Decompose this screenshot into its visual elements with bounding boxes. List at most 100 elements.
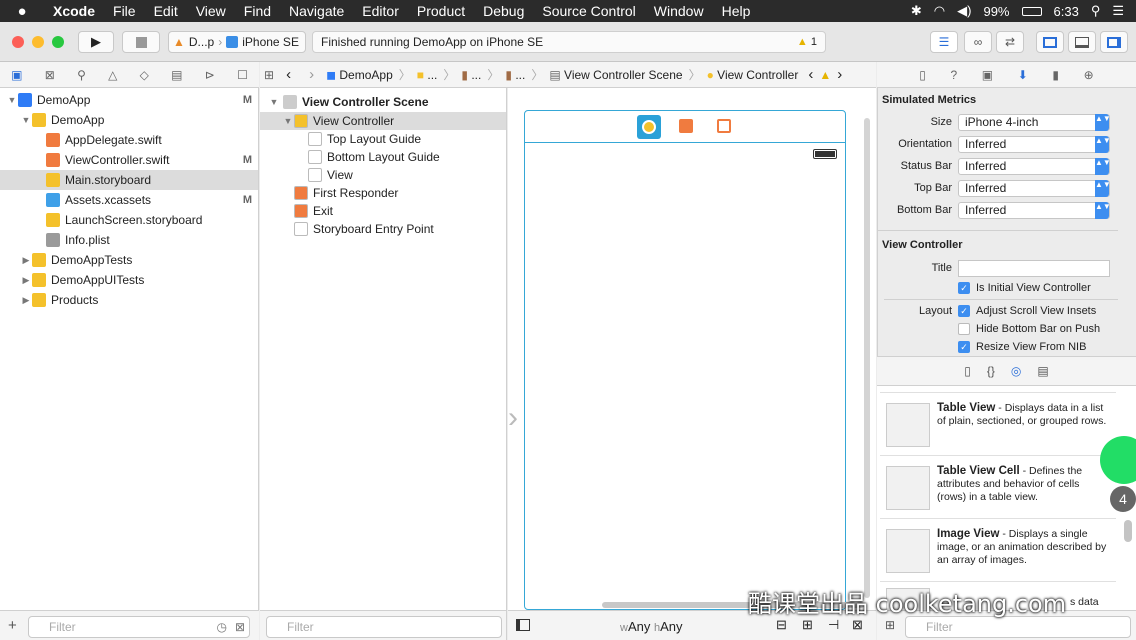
- stack-view-icon[interactable]: ⊟: [776, 617, 787, 633]
- disclosure-triangle-icon[interactable]: ▶: [20, 275, 32, 286]
- outline-item[interactable]: First Responder: [260, 184, 506, 202]
- outline-item[interactable]: View: [260, 166, 506, 184]
- jump-view-controller[interactable]: ● View Controller: [707, 68, 799, 82]
- connections-inspector-icon[interactable]: ⊕: [1084, 68, 1094, 82]
- clock[interactable]: 6:33: [1054, 4, 1079, 19]
- identity-inspector-icon[interactable]: ▣: [982, 68, 993, 82]
- wifi-icon[interactable]: ◠: [934, 3, 945, 19]
- disclosure-triangle-icon[interactable]: ▶: [20, 295, 32, 306]
- file-tree-item[interactable]: ▼ DemoApp: [0, 110, 258, 130]
- assistant-editor-button[interactable]: ∞: [964, 31, 992, 53]
- layout-option-checkbox[interactable]: ✓: [958, 305, 970, 317]
- related-items-icon[interactable]: ⊞: [264, 68, 274, 82]
- library-item[interactable]: Table View - Displays data in a list of …: [880, 392, 1116, 454]
- menu-edit[interactable]: Edit: [145, 3, 187, 19]
- stop-button[interactable]: [122, 31, 160, 53]
- report-navigator-icon[interactable]: ☐: [237, 68, 248, 82]
- outline-scene-header[interactable]: ▼ View Controller Scene: [260, 92, 506, 112]
- library-item[interactable]: Table View Cell - Defines the attributes…: [880, 455, 1116, 517]
- file-tree-item[interactable]: ▼ DemoApp M: [0, 90, 258, 110]
- file-template-library-icon[interactable]: ▯: [964, 364, 971, 378]
- standard-editor-button[interactable]: ☰: [930, 31, 958, 53]
- project-navigator-icon[interactable]: ▣: [11, 68, 22, 82]
- symbol-navigator-icon[interactable]: ⊠: [45, 68, 55, 82]
- menu-window[interactable]: Window: [645, 3, 713, 19]
- metric-popup[interactable]: iPhone 4-inch ▲▼: [958, 113, 1111, 131]
- scheme-selector[interactable]: ▲ D...p › iPhone SE: [168, 31, 306, 53]
- menu-help[interactable]: Help: [713, 3, 760, 19]
- resolve-auto-layout-icon[interactable]: ⊠: [852, 617, 863, 633]
- navigator-filter-field[interactable]: Filter ◷ ⊠: [28, 616, 250, 638]
- previous-issue-button[interactable]: ‹: [808, 66, 813, 83]
- recent-files-icon[interactable]: ◷: [217, 620, 227, 634]
- file-tree-item[interactable]: ViewController.swift M: [0, 150, 258, 170]
- library-scrollbar[interactable]: [1124, 520, 1132, 542]
- file-tree-item[interactable]: ▶ Products: [0, 290, 258, 310]
- toggle-outline-icon[interactable]: [516, 619, 530, 631]
- view-controller-dock-icon[interactable]: [637, 115, 661, 139]
- is-initial-checkbox[interactable]: ✓: [958, 282, 970, 294]
- metric-popup[interactable]: Inferred ▲▼: [958, 201, 1111, 219]
- outline-item[interactable]: Storyboard Entry Point: [260, 220, 506, 238]
- exit-dock-icon[interactable]: [717, 119, 731, 133]
- disclosure-triangle-icon[interactable]: ▼: [282, 116, 294, 126]
- forward-button[interactable]: ›: [303, 66, 320, 83]
- menu-view[interactable]: View: [187, 3, 235, 19]
- menu-product[interactable]: Product: [408, 3, 474, 19]
- bluetooth-icon[interactable]: ✱: [911, 3, 922, 19]
- next-issue-button[interactable]: ›: [837, 66, 842, 83]
- toggle-navigator-button[interactable]: [1036, 31, 1064, 53]
- storyboard-canvas[interactable]: ›: [508, 88, 876, 610]
- add-file-icon[interactable]: +: [8, 617, 17, 634]
- size-class-selector[interactable]: wAny hAny: [620, 619, 683, 634]
- media-library-icon[interactable]: ▤: [1037, 364, 1048, 378]
- quick-help-icon[interactable]: ?: [951, 68, 958, 82]
- spotlight-search-icon[interactable]: ⚲: [1091, 3, 1101, 19]
- debug-navigator-icon[interactable]: ▤: [171, 68, 182, 82]
- version-editor-button[interactable]: ⇄: [996, 31, 1024, 53]
- find-navigator-icon[interactable]: ⚲: [77, 68, 86, 82]
- breakpoint-navigator-icon[interactable]: ⊳: [205, 68, 215, 82]
- metric-popup[interactable]: Inferred ▲▼: [958, 135, 1111, 153]
- align-icon[interactable]: ⊞: [802, 617, 813, 633]
- warning-icon[interactable]: ▲: [819, 68, 831, 82]
- zoom-window-button[interactable]: [52, 36, 64, 48]
- title-field[interactable]: [958, 259, 1110, 277]
- outline-item[interactable]: Top Layout Guide: [260, 130, 506, 148]
- pin-icon[interactable]: ⊣: [828, 617, 839, 633]
- apple-menu-icon[interactable]: ●: [0, 3, 44, 20]
- menu-app[interactable]: Xcode: [44, 3, 104, 19]
- run-button[interactable]: ▶: [78, 31, 114, 53]
- file-tree-item[interactable]: Main.storyboard: [0, 170, 258, 190]
- disclosure-triangle-icon[interactable]: ▼: [268, 97, 280, 107]
- menu-editor[interactable]: Editor: [353, 3, 408, 19]
- modified-files-icon[interactable]: ⊠: [235, 620, 245, 634]
- outline-item[interactable]: Exit: [260, 202, 506, 220]
- jump-storyboard[interactable]: ▮ ...: [505, 68, 525, 82]
- file-inspector-icon[interactable]: ▯: [919, 68, 926, 82]
- file-tree-item[interactable]: ▶ DemoAppUITests: [0, 270, 258, 290]
- jump-project[interactable]: ◼ DemoApp: [326, 68, 393, 82]
- notification-center-icon[interactable]: ☰: [1112, 3, 1124, 19]
- disclosure-triangle-icon[interactable]: ▶: [20, 255, 32, 266]
- minimize-window-button[interactable]: [32, 36, 44, 48]
- disclosure-triangle-icon[interactable]: ▼: [20, 115, 32, 125]
- file-tree-item[interactable]: Info.plist: [0, 230, 258, 250]
- canvas-vertical-scrollbar[interactable]: [864, 118, 870, 598]
- menu-debug[interactable]: Debug: [474, 3, 533, 19]
- grid-view-icon[interactable]: ⊞: [885, 618, 895, 632]
- size-inspector-icon[interactable]: ▮: [1052, 68, 1059, 82]
- menu-find[interactable]: Find: [235, 3, 280, 19]
- warning-count[interactable]: ▲ 1: [797, 36, 817, 48]
- toggle-debug-area-button[interactable]: [1068, 31, 1096, 53]
- menu-file[interactable]: File: [104, 3, 145, 19]
- first-responder-dock-icon[interactable]: [679, 119, 693, 133]
- library-filter-field[interactable]: Filter: [905, 616, 1131, 638]
- back-button[interactable]: ‹: [280, 66, 297, 83]
- battery-percent[interactable]: 99%: [983, 4, 1009, 19]
- library-item[interactable]: Image View - Displays a single image, or…: [880, 518, 1116, 580]
- metric-popup[interactable]: Inferred ▲▼: [958, 157, 1111, 175]
- disclosure-triangle-icon[interactable]: ▼: [6, 95, 18, 105]
- object-library-icon[interactable]: ◎: [1011, 364, 1021, 378]
- issue-navigator-icon[interactable]: △: [108, 68, 117, 82]
